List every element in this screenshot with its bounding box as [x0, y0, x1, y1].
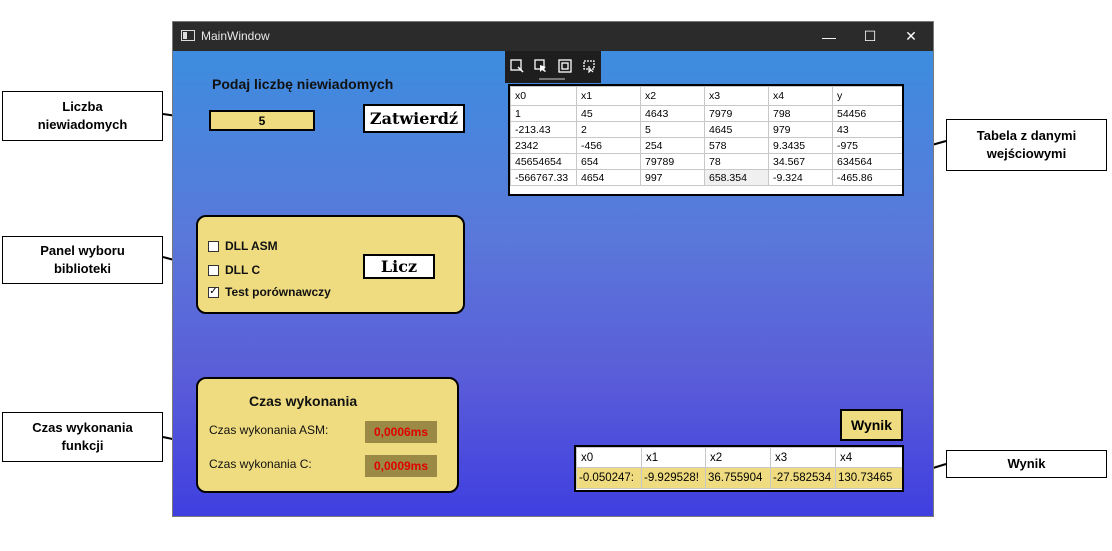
table-cell[interactable]: 997 — [640, 169, 705, 186]
input-data-table[interactable]: x0 x1 x2 x3 x4 y 1 45 4643 7979 798 5445… — [508, 84, 904, 196]
column-header[interactable]: y — [832, 86, 902, 106]
table-cell[interactable]: 54456 — [832, 105, 902, 122]
column-header[interactable]: x0 — [510, 86, 577, 106]
maximize-button[interactable]: ☐ — [848, 22, 892, 51]
asm-time-value: 0,0006ms — [365, 421, 437, 443]
live-tree-icon[interactable] — [510, 59, 524, 73]
window-app-icon — [181, 30, 195, 41]
table-cell[interactable]: 5 — [640, 121, 705, 138]
title-bar: MainWindow — ☐ ✕ — [173, 22, 933, 51]
table-cell[interactable]: 2 — [576, 121, 641, 138]
table-cell[interactable]: -456 — [576, 137, 641, 154]
asm-time-label: Czas wykonania ASM: — [209, 423, 329, 437]
dll-asm-label: DLL ASM — [225, 239, 278, 253]
table-cell[interactable]: 979 — [768, 121, 833, 138]
table-cell[interactable]: 45654654 — [510, 153, 577, 170]
table-cell[interactable]: 578 — [704, 137, 769, 154]
main-window: MainWindow — ☐ ✕ Podaj liczbę niewiadomy… — [172, 21, 934, 517]
column-header[interactable]: x1 — [641, 447, 706, 468]
comparison-test-label: Test porównawczy — [225, 285, 331, 299]
column-header[interactable]: x3 — [704, 86, 769, 106]
table-cell[interactable]: 798 — [768, 105, 833, 122]
unknowns-count-input[interactable]: 5 — [209, 110, 315, 131]
c-time-value: 0,0009ms — [365, 455, 437, 477]
option-dll-asm[interactable]: DLL ASM — [208, 239, 278, 253]
table-cell[interactable]: 9.3435 — [768, 137, 833, 154]
c-time-label: Czas wykonania C: — [209, 457, 312, 471]
dll-asm-checkbox[interactable] — [208, 240, 219, 252]
window-title: MainWindow — [201, 29, 270, 43]
close-button[interactable]: ✕ — [889, 22, 933, 51]
column-header[interactable]: x1 — [576, 86, 641, 106]
column-header[interactable]: x3 — [770, 447, 836, 468]
table-cell[interactable]: 2342 — [510, 137, 577, 154]
column-header[interactable]: x0 — [576, 447, 642, 468]
track-focus-icon[interactable] — [582, 59, 596, 73]
option-dll-c[interactable]: DLL C — [208, 263, 260, 277]
minimize-button[interactable]: — — [807, 22, 851, 51]
table-row: -566767.33 4654 997 658.354 -9.324 -465.… — [510, 169, 902, 186]
confirm-button[interactable]: Zatwierdź — [363, 104, 465, 133]
table-cell[interactable]: 4643 — [640, 105, 705, 122]
table-row: -213.43 2 5 4645 979 43 — [510, 121, 902, 138]
table-cell[interactable]: 43 — [832, 121, 902, 138]
result-grid[interactable]: x0 x1 x2 x3 x4 -0.050247: -9.929528! 36.… — [576, 447, 902, 489]
client-area: Podaj liczbę niewiadomych 5 Zatwierdź DL… — [173, 51, 933, 516]
option-comparison-test[interactable]: ✓ Test porównawczy — [208, 285, 331, 299]
unknowns-prompt: Podaj liczbę niewiadomych — [212, 76, 394, 92]
table-cell[interactable]: 34.567 — [768, 153, 833, 170]
table-row: 45654654 654 79789 78 34.567 634564 — [510, 153, 902, 170]
column-header[interactable]: x4 — [768, 86, 833, 106]
result-cell[interactable]: 36.755904 — [705, 467, 771, 489]
result-cell[interactable]: 130.73465 — [835, 467, 902, 489]
table-cell[interactable]: -566767.33 — [510, 169, 577, 186]
column-header[interactable]: x2 — [640, 86, 705, 106]
select-element-icon[interactable] — [534, 59, 548, 73]
table-cell[interactable]: 7979 — [704, 105, 769, 122]
table-cell[interactable]: -975 — [832, 137, 902, 154]
debug-toolbar — [505, 51, 601, 83]
result-cell[interactable]: -0.050247: — [576, 467, 642, 489]
table-cell[interactable]: -9.324 — [768, 169, 833, 186]
compute-button[interactable]: Licz — [363, 254, 435, 279]
unknowns-count-value: 5 — [258, 113, 266, 128]
result-header-row: x0 x1 x2 x3 x4 — [576, 447, 902, 468]
table-cell[interactable]: 654 — [576, 153, 641, 170]
result-cell[interactable]: -9.929528! — [641, 467, 706, 489]
comparison-test-checkbox[interactable]: ✓ — [208, 286, 219, 298]
table-row: 2342 -456 254 578 9.3435 -975 — [510, 137, 902, 154]
dll-c-checkbox[interactable] — [208, 264, 219, 276]
table-cell[interactable]: 254 — [640, 137, 705, 154]
table-cell[interactable]: 79789 — [640, 153, 705, 170]
dll-c-label: DLL C — [225, 263, 261, 277]
table-cell[interactable]: 1 — [510, 105, 577, 122]
result-label: Wynik — [840, 409, 903, 441]
result-values-row: -0.050247: -9.929528! 36.755904 -27.5825… — [576, 467, 902, 489]
table-cell[interactable]: 658.354 — [704, 169, 769, 186]
execution-time-title: Czas wykonania — [249, 393, 358, 409]
execution-time-panel: Czas wykonania Czas wykonania ASM: 0,000… — [196, 377, 459, 493]
column-header[interactable]: x2 — [705, 447, 771, 468]
result-cell[interactable]: -27.582534 — [770, 467, 836, 489]
table-cell[interactable]: 4654 — [576, 169, 641, 186]
library-selection-panel: DLL ASM DLL C ✓ Test porównawczy Licz — [196, 215, 465, 314]
table-row: 1 45 4643 7979 798 54456 — [510, 105, 902, 122]
table-cell[interactable]: -465.86 — [832, 169, 902, 186]
input-table-header-row: x0 x1 x2 x3 x4 y — [510, 86, 902, 106]
column-header[interactable]: x4 — [835, 447, 902, 468]
input-data-grid[interactable]: x0 x1 x2 x3 x4 y 1 45 4643 7979 798 5445… — [510, 86, 902, 186]
display-adorners-icon[interactable] — [558, 59, 572, 73]
table-cell[interactable]: 634564 — [832, 153, 902, 170]
table-cell[interactable]: 4645 — [704, 121, 769, 138]
table-cell[interactable]: 78 — [704, 153, 769, 170]
table-cell[interactable]: -213.43 — [510, 121, 577, 138]
table-cell[interactable]: 45 — [576, 105, 641, 122]
result-table[interactable]: x0 x1 x2 x3 x4 -0.050247: -9.929528! 36.… — [574, 445, 904, 492]
toolbar-drag-handle[interactable] — [539, 78, 565, 80]
